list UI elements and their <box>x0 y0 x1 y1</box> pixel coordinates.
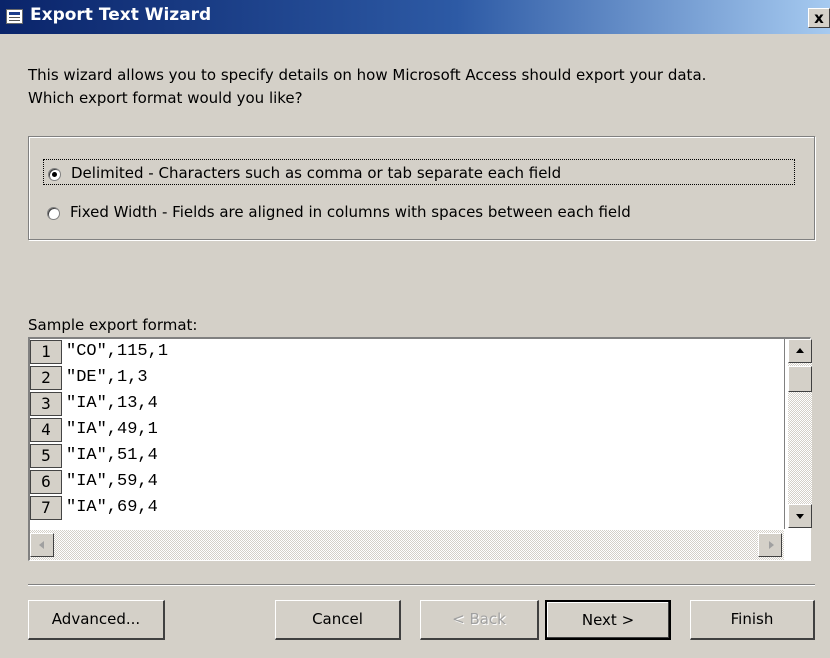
finish-button[interactable]: Finish <box>690 600 815 640</box>
scroll-right-arrow-icon[interactable] <box>758 533 782 557</box>
intro-text: This wizard allows you to specify detail… <box>28 64 808 110</box>
sample-row: 2 "DE",1,3 <box>30 365 784 391</box>
sample-rows: 1 "CO",115,1 2 "DE",1,3 3 "IA",13,4 4 "I… <box>30 339 784 529</box>
sample-row: 5 "IA",51,4 <box>30 443 784 469</box>
scroll-up-arrow-icon[interactable] <box>788 339 812 363</box>
row-number: 2 <box>30 366 62 390</box>
delimited-label: Delimited - Characters such as comma or … <box>71 164 562 182</box>
sample-row: 1 "CO",115,1 <box>30 339 784 365</box>
row-number: 7 <box>30 496 62 520</box>
scroll-down-arrow-icon[interactable] <box>788 504 812 528</box>
sample-export-label: Sample export format: <box>28 316 198 334</box>
row-text: "DE",1,3 <box>66 368 148 387</box>
delimited-radio[interactable] <box>48 168 61 181</box>
sample-row: 7 "IA",69,4 <box>30 495 784 521</box>
window-title: Export Text Wizard <box>30 5 212 25</box>
row-text: "IA",49,1 <box>66 420 158 439</box>
scroll-left-arrow-icon[interactable] <box>30 533 54 557</box>
row-text: "CO",115,1 <box>66 342 169 361</box>
vertical-scroll-thumb[interactable] <box>788 366 812 392</box>
advanced-button[interactable]: Advanced... <box>28 600 165 640</box>
intro-line-1: This wizard allows you to specify detail… <box>28 66 707 84</box>
button-separator <box>28 584 815 586</box>
next-button[interactable]: Next > <box>545 600 671 640</box>
cancel-button[interactable]: Cancel <box>275 600 401 640</box>
fixed-width-option[interactable]: Fixed Width - Fields are aligned in colu… <box>43 199 631 225</box>
row-number: 3 <box>30 392 62 416</box>
sample-row: 4 "IA",49,1 <box>30 417 784 443</box>
preview-divider <box>784 339 785 529</box>
row-text: "IA",13,4 <box>66 394 158 413</box>
delimited-option[interactable]: Delimited - Characters such as comma or … <box>43 159 795 185</box>
row-number: 1 <box>30 340 62 364</box>
row-text: "IA",59,4 <box>66 472 158 491</box>
sample-row: 3 "IA",13,4 <box>30 391 784 417</box>
intro-line-2: Which export format would you like? <box>28 89 303 107</box>
sample-export-preview[interactable]: 1 "CO",115,1 2 "DE",1,3 3 "IA",13,4 4 "I… <box>28 337 812 561</box>
row-text: "IA",69,4 <box>66 498 158 517</box>
fixed-width-radio[interactable] <box>47 207 60 220</box>
sample-row: 6 "IA",59,4 <box>30 469 784 495</box>
title-bar: Export Text Wizard x <box>0 0 830 34</box>
row-number: 6 <box>30 470 62 494</box>
row-number: 5 <box>30 444 62 468</box>
fixed-width-label: Fixed Width - Fields are aligned in colu… <box>70 203 631 221</box>
horizontal-scrollbar[interactable] <box>30 530 784 560</box>
back-button[interactable]: < Back <box>420 600 539 640</box>
close-button[interactable]: x <box>808 8 830 28</box>
export-wizard-icon <box>6 9 23 24</box>
format-option-group: Delimited - Characters such as comma or … <box>28 136 815 240</box>
row-number: 4 <box>30 418 62 442</box>
vertical-scrollbar[interactable] <box>788 339 812 528</box>
row-text: "IA",51,4 <box>66 446 158 465</box>
